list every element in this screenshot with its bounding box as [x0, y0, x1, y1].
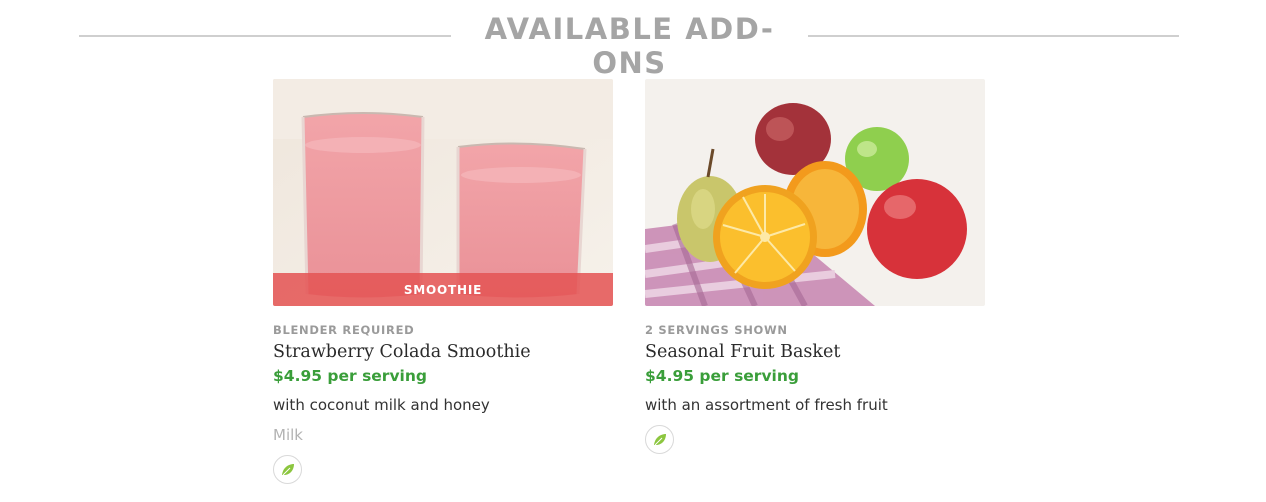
addon-description: with coconut milk and honey	[273, 396, 490, 414]
smoothie-image	[273, 79, 613, 306]
addon-card-fruit-basket[interactable]: 2 SERVINGS SHOWN Seasonal Fruit Basket $…	[645, 79, 985, 454]
addon-price: $4.95 per serving	[645, 367, 800, 385]
addon-price: $4.95 per serving	[273, 367, 428, 385]
fruit-basket-image	[645, 79, 985, 306]
addon-eyebrow: BLENDER REQUIRED	[273, 323, 415, 337]
header-rule-left	[79, 35, 451, 37]
addon-photo-smoothie[interactable]: SMOOTHIE	[273, 79, 613, 306]
header-rule-right	[808, 35, 1179, 37]
category-badge: SMOOTHIE	[273, 273, 613, 306]
addon-description: with an assortment of fresh fruit	[645, 396, 888, 414]
section-title: AVAILABLE ADD-ONS	[484, 12, 775, 80]
section-header: AVAILABLE ADD-ONS	[0, 0, 1266, 80]
addon-card-smoothie[interactable]: SMOOTHIE BLENDER REQUIRED Strawberry Col…	[273, 79, 613, 484]
addon-photo-fruit-basket[interactable]	[645, 79, 985, 306]
leaf-icon	[273, 455, 302, 484]
addon-name[interactable]: Seasonal Fruit Basket	[645, 342, 840, 362]
addon-eyebrow: 2 SERVINGS SHOWN	[645, 323, 788, 337]
addon-name[interactable]: Strawberry Colada Smoothie	[273, 342, 531, 362]
addon-allergen: Milk	[273, 426, 303, 444]
leaf-icon	[645, 425, 674, 454]
